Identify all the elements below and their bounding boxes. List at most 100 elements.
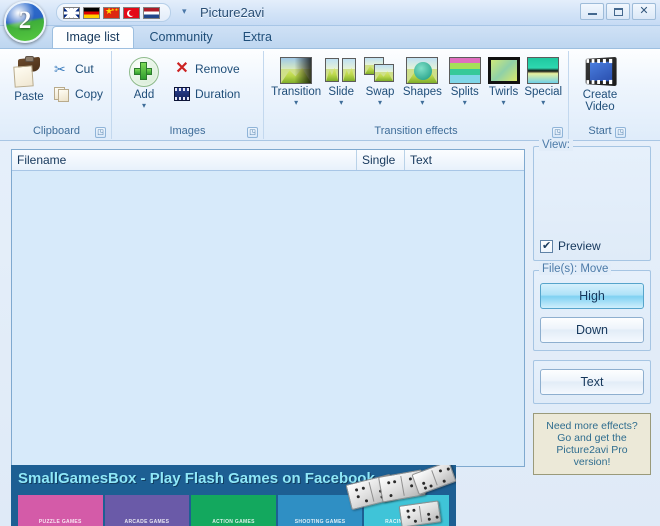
start-group-label: Start [588, 125, 612, 137]
splits-thumbnail-icon [448, 57, 481, 84]
add-dropdown-icon[interactable]: ▾ [142, 102, 146, 110]
preview-checkbox-label: Preview [558, 239, 601, 253]
duration-button[interactable]: Duration [171, 85, 243, 103]
flag-cn-icon[interactable] [103, 6, 120, 19]
tab-community[interactable]: Community [136, 26, 227, 48]
app-logo-icon[interactable]: 2 [4, 1, 46, 43]
flag-uk-icon[interactable] [63, 6, 80, 19]
tab-extra[interactable]: Extra [229, 26, 286, 48]
banner-tile-action[interactable]: ACTION GAMES [191, 495, 276, 526]
maximize-button[interactable] [606, 3, 630, 20]
preview-area[interactable] [540, 154, 644, 236]
banner-tile-action-label: ACTION GAMES [212, 519, 255, 525]
column-header-text[interactable]: Text [405, 150, 524, 170]
create-video-button[interactable]: Create Video [574, 54, 626, 113]
shapes-label: Shapes [402, 86, 442, 98]
special-thumbnail-icon [527, 57, 560, 84]
window-title: Picture2avi [200, 5, 265, 20]
preview-checkbox-row[interactable]: Preview [540, 239, 644, 253]
paste-button[interactable]: Paste [7, 54, 51, 103]
move-down-button[interactable]: Down [540, 317, 644, 343]
swap-button[interactable]: Swap ▾ [361, 54, 399, 107]
promo-line-3: Picture2avi Pro [556, 444, 628, 456]
splits-label: Splits [450, 86, 479, 98]
text-button[interactable]: Text [540, 369, 644, 395]
clipboard-group-title: Clipboard ◳ [7, 124, 106, 139]
special-label: Special [524, 86, 563, 98]
swap-thumbnail-icon [363, 57, 396, 84]
picture2avi-window: 2 ▾ Picture2avi ✕ Image list Community E… [0, 0, 660, 526]
flag-nl-icon[interactable] [143, 6, 160, 19]
slide-button[interactable]: Slide ▾ [323, 54, 359, 107]
images-group-label: Images [169, 125, 206, 137]
scissors-icon: ✂ [53, 61, 66, 77]
banner-headline: SmallGamesBox - Play Flash Games on Face… [18, 470, 375, 487]
add-label: Add [133, 89, 155, 101]
language-flag-bar [56, 3, 171, 22]
copy-button[interactable]: Copy [51, 85, 106, 103]
ribbon: Paste ✂ Cut Copy Clipboard ◳ Add ▾ ✕ Rem… [0, 49, 660, 141]
plus-icon [129, 57, 159, 87]
remove-icon: ✕ [175, 60, 189, 77]
app-logo-glyph: 2 [18, 7, 32, 34]
side-panel: View: Preview File(s): Move High Down Te… [533, 139, 651, 475]
paste-icon [13, 56, 45, 89]
domino-tile [398, 500, 442, 526]
twirls-dropdown-icon[interactable]: ▾ [502, 99, 506, 107]
splits-dropdown-icon[interactable]: ▾ [463, 99, 467, 107]
shapes-thumbnail-icon [406, 57, 439, 84]
twirls-button[interactable]: Twirls ▾ [486, 54, 522, 107]
banner-tile-arcade-label: ARCADE GAMES [124, 519, 170, 525]
transition-effects-dialog-launcher-icon[interactable]: ◳ [552, 127, 563, 138]
special-button[interactable]: Special ▾ [523, 54, 563, 107]
banner-tile-puzzle[interactable]: PUZZLE GAMES [18, 495, 103, 526]
promo-line-1: Need more effects? [546, 420, 638, 432]
twirls-label: Twirls [488, 86, 519, 98]
slide-label: Slide [328, 86, 354, 98]
flag-de-icon[interactable] [83, 6, 100, 19]
column-header-single[interactable]: Single [357, 150, 405, 170]
transition-dropdown-icon[interactable]: ▾ [294, 99, 298, 107]
window-controls: ✕ [580, 3, 656, 20]
special-dropdown-icon[interactable]: ▾ [541, 99, 545, 107]
image-list-body[interactable] [12, 171, 524, 466]
slide-dropdown-icon[interactable]: ▾ [339, 99, 343, 107]
promo-box[interactable]: Need more effects? Go and get the Pictur… [533, 413, 651, 475]
remove-button[interactable]: ✕ Remove [171, 60, 243, 78]
move-high-button[interactable]: High [540, 283, 644, 309]
twirls-thumbnail-icon [487, 57, 520, 84]
transition-thumbnail-icon [280, 57, 313, 84]
start-group-title: Start ◳ [574, 124, 626, 139]
cut-button[interactable]: ✂ Cut [51, 60, 106, 78]
banner-tile-shooting-label: SHOOTING GAMES [294, 519, 346, 525]
ribbon-group-clipboard: Paste ✂ Cut Copy Clipboard ◳ [2, 51, 112, 139]
ribbon-group-transition-effects: Transition ▾ Slide ▾ Swap ▾ Shapes ▾ Spl… [264, 51, 569, 139]
flag-tr-icon[interactable] [123, 6, 140, 19]
clipboard-dialog-launcher-icon[interactable]: ◳ [95, 127, 106, 138]
tab-image-list[interactable]: Image list [52, 26, 134, 48]
minimize-button[interactable] [580, 3, 604, 20]
swap-dropdown-icon[interactable]: ▾ [378, 99, 382, 107]
preview-checkbox[interactable] [540, 239, 553, 253]
images-group-title: Images ◳ [117, 124, 258, 139]
banner-tile-arcade[interactable]: ARCADE GAMES [104, 495, 190, 526]
clipboard-group-label: Clipboard [32, 125, 81, 137]
close-button[interactable]: ✕ [632, 3, 656, 20]
shapes-button[interactable]: Shapes ▾ [401, 54, 444, 107]
quick-access-dropdown-icon[interactable]: ▾ [182, 6, 187, 17]
domino-illustration [340, 465, 456, 526]
add-button[interactable]: Add ▾ [117, 54, 171, 110]
duration-icon [174, 87, 190, 101]
duration-label: Duration [195, 87, 241, 101]
column-header-filename[interactable]: Filename [12, 150, 357, 170]
image-list[interactable]: Filename Single Text [11, 149, 525, 467]
paste-label: Paste [14, 91, 44, 103]
banner-tile-puzzle-label: PUZZLE GAMES [38, 519, 82, 525]
transition-button[interactable]: Transition ▾ [271, 54, 321, 107]
advertisement-banner[interactable]: SmallGamesBox - Play Flash Games on Face… [11, 465, 456, 526]
splits-button[interactable]: Splits ▾ [446, 54, 484, 107]
image-list-header: Filename Single Text [12, 150, 524, 171]
images-dialog-launcher-icon[interactable]: ◳ [247, 127, 258, 138]
shapes-dropdown-icon[interactable]: ▾ [420, 99, 424, 107]
start-dialog-launcher-icon[interactable]: ◳ [615, 127, 626, 138]
